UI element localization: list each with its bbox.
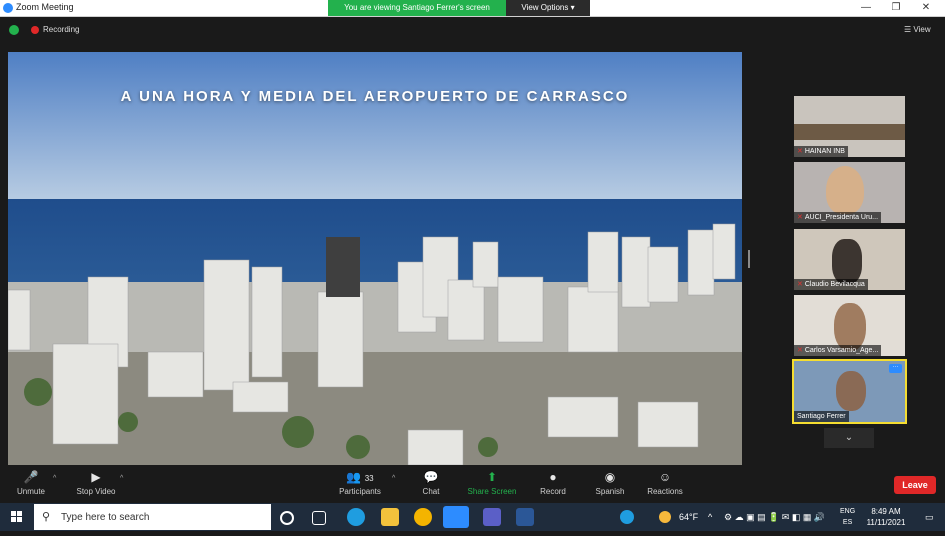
view-button[interactable]: ☰ View [904, 25, 931, 34]
meeting-top-bar: Recording ☰ View [0, 17, 945, 43]
maximize-button[interactable]: ❐ [887, 1, 905, 14]
security-shield-icon[interactable] [9, 25, 19, 35]
window-title-bar: Zoom Meeting You are viewing Santiago Fe… [0, 0, 945, 17]
windows-logo-icon [11, 511, 22, 522]
cortana-icon[interactable] [280, 511, 294, 525]
chevron-down-icon: ⌄ [844, 432, 854, 443]
unmute-button[interactable]: 🎤 Unmute [12, 470, 50, 496]
stop-video-button[interactable]: ▶ Stop Video [72, 470, 120, 496]
zoom-app-icon [3, 3, 13, 13]
video-camera-icon: ▶ [91, 470, 101, 484]
lang-bottom: ES [842, 519, 853, 526]
weather-sun-icon[interactable] [659, 511, 671, 523]
view-label: View [913, 25, 931, 34]
start-button[interactable] [0, 503, 33, 531]
chat-button[interactable]: 💬 Chat [414, 470, 448, 496]
stop-video-label: Stop Video [76, 487, 116, 496]
file-explorer-icon[interactable] [381, 508, 399, 526]
participant-name-1: ✕ HAINAN INB [794, 146, 848, 157]
view-options-button[interactable]: View Options ▾ [506, 0, 590, 16]
input-language[interactable]: ENG ES [840, 506, 855, 528]
teams-icon[interactable] [483, 508, 501, 526]
window-title: Zoom Meeting [16, 2, 74, 12]
video-options-caret[interactable]: ^ [120, 475, 123, 482]
grid-icon: ☰ [904, 25, 912, 34]
view-options-label: View Options [521, 3, 569, 12]
participants-icon: 👥 33 [346, 470, 374, 484]
participant-tile-4[interactable]: ✕ Carlos Varsamio_Age... [794, 295, 905, 356]
record-button[interactable]: ● Record [536, 470, 570, 496]
record-icon: ● [549, 470, 557, 484]
edge-browser-icon[interactable] [347, 508, 365, 526]
participants-label: Participants [339, 487, 381, 496]
chrome-browser-icon[interactable] [414, 508, 432, 526]
chat-label: Chat [422, 487, 440, 496]
participant-tile-5-active-speaker[interactable]: ··· Santiago Ferrer [792, 359, 907, 424]
city-aerial-photo [8, 52, 742, 465]
minimize-button[interactable]: — [857, 1, 875, 14]
zoom-taskbar-icon[interactable] [443, 506, 469, 528]
participant-name-5: Santiago Ferrer [794, 411, 849, 422]
participant-tile-3[interactable]: ✕ Claudio Bevilacqua [794, 229, 905, 290]
task-view-icon[interactable] [312, 511, 326, 525]
muted-mic-icon: 🎤 [23, 470, 39, 484]
record-label: Record [540, 487, 566, 496]
recording-label: Recording [43, 25, 80, 34]
panel-resize-handle[interactable] [748, 250, 750, 268]
temperature: 64°F [679, 512, 699, 522]
search-icon: ⚲ [42, 511, 51, 523]
unmute-label: Unmute [16, 487, 45, 496]
notification-icon[interactable]: ▭ [925, 512, 934, 523]
participant-tile-1[interactable]: ✕ HAINAN INB [794, 96, 905, 157]
lang-top: ENG [840, 508, 856, 515]
audio-options-caret[interactable]: ^ [53, 475, 56, 482]
participants-options-caret[interactable]: ^ [392, 475, 395, 482]
muted-mic-icon: ✕ [797, 148, 803, 155]
interpretation-button[interactable]: ◉ Spanish [590, 470, 630, 496]
clock-date: 11/11/2021 [866, 518, 906, 527]
muted-mic-icon: ✕ [797, 281, 803, 288]
windows-taskbar: ⚲ Type here to search 64°F ^ ⚙ ☁ ▣ ▤ 🔋 ✉… [0, 503, 945, 531]
chevron-down-icon: ▾ [570, 3, 575, 12]
taskbar-search-box[interactable]: ⚲ Type here to search [34, 504, 271, 530]
participant-tile-2[interactable]: ✕ AUCI_Presidenta Uru... [794, 162, 905, 223]
scroll-down-button[interactable]: ⌄ [824, 428, 874, 448]
smiley-icon: ☺ [658, 470, 672, 484]
muted-mic-icon: ✕ [797, 347, 803, 354]
globe-icon: ◉ [604, 470, 616, 484]
search-placeholder: Type here to search [61, 512, 150, 523]
meeting-toolbar: 🎤 Unmute ^ ▶ Stop Video ^ 👥 33 Participa… [0, 466, 945, 503]
leave-button[interactable]: Leave [894, 476, 936, 494]
recording-icon [31, 26, 39, 34]
word-icon[interactable] [516, 508, 534, 526]
share-screen-button[interactable]: ⬆ Share Screen [464, 470, 520, 496]
muted-mic-icon: ✕ [797, 214, 803, 221]
slide-caption: A UNA HORA Y MEDIA DEL AEROPUERTO DE CAR… [120, 88, 630, 105]
more-options-icon[interactable]: ··· [889, 364, 902, 373]
participants-button[interactable]: 👥 33 Participants [334, 470, 386, 496]
security-app-icon[interactable] [620, 510, 634, 524]
language-label: Spanish [595, 487, 625, 496]
tray-app-icons[interactable]: ⚙ ☁ ▣ ▤ 🔋 ✉ ◧ ▦ 🔊 [724, 512, 825, 523]
viewing-screen-banner: You are viewing Santiago Ferrer's screen [328, 0, 506, 16]
tray-chevron-icon[interactable]: ^ [708, 512, 712, 522]
share-screen-icon: ⬆ [486, 470, 498, 484]
reactions-button[interactable]: ☺ Reactions [642, 470, 688, 496]
shared-screen: A UNA HORA Y MEDIA DEL AEROPUERTO DE CAR… [8, 52, 742, 465]
reactions-label: Reactions [647, 487, 683, 496]
participant-count: 33 [364, 474, 374, 483]
clock-time: 8:49 AM [871, 507, 901, 516]
participant-name-3: ✕ Claudio Bevilacqua [794, 279, 868, 290]
system-clock[interactable]: 8:49 AM 11/11/2021 [862, 506, 910, 528]
close-button[interactable]: ✕ [917, 1, 935, 14]
chat-icon: 💬 [423, 470, 439, 484]
participant-name-2: ✕ AUCI_Presidenta Uru... [794, 212, 882, 223]
participant-name-4: ✕ Carlos Varsamio_Age... [794, 345, 882, 356]
share-screen-label: Share Screen [467, 487, 517, 496]
